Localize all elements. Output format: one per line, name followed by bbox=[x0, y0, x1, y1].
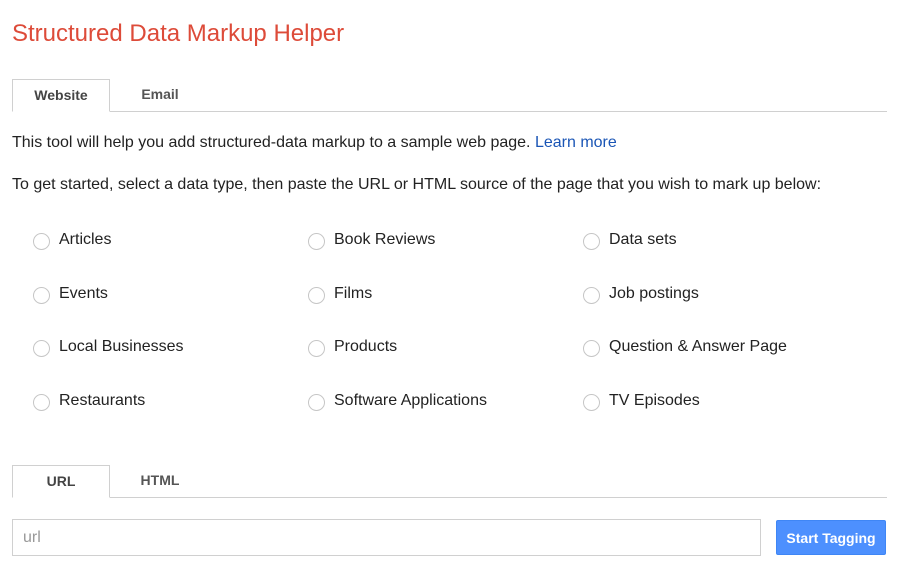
radio-button[interactable] bbox=[308, 340, 325, 357]
radio-button[interactable] bbox=[583, 287, 600, 304]
mode-tabs: Website Email bbox=[12, 79, 887, 112]
radio-button[interactable] bbox=[33, 340, 50, 357]
tab-url[interactable]: URL bbox=[12, 465, 110, 498]
radio-button[interactable] bbox=[308, 394, 325, 411]
start-tagging-button[interactable]: Start Tagging bbox=[776, 520, 886, 555]
option-book-reviews[interactable]: Book Reviews bbox=[308, 229, 435, 250]
radio-button[interactable] bbox=[583, 340, 600, 357]
radio-button[interactable] bbox=[33, 394, 50, 411]
option-label: Data sets bbox=[609, 230, 677, 248]
option-label: Software Applications bbox=[334, 391, 487, 409]
option-data-sets[interactable]: Data sets bbox=[583, 229, 677, 250]
option-tv-episodes[interactable]: TV Episodes bbox=[583, 390, 700, 411]
option-question-answer-page[interactable]: Question & Answer Page bbox=[583, 336, 787, 357]
option-label: Restaurants bbox=[59, 391, 146, 409]
url-input[interactable] bbox=[12, 519, 761, 556]
option-films[interactable]: Films bbox=[308, 283, 372, 304]
source-tabs: URL HTML bbox=[12, 465, 887, 498]
tab-html[interactable]: HTML bbox=[111, 465, 209, 496]
option-label: TV Episodes bbox=[609, 391, 700, 409]
instructions-text: To get started, select a data type, then… bbox=[12, 176, 822, 193]
tab-website[interactable]: Website bbox=[12, 79, 110, 112]
option-label: Articles bbox=[59, 230, 112, 248]
option-label: Question & Answer Page bbox=[609, 337, 787, 355]
intro-text: This tool will help you add structured-d… bbox=[12, 134, 617, 152]
radio-button[interactable] bbox=[33, 287, 50, 304]
option-local-businesses[interactable]: Local Businesses bbox=[33, 336, 184, 357]
tab-email[interactable]: Email bbox=[111, 79, 209, 110]
option-label: Local Businesses bbox=[59, 337, 184, 355]
radio-button[interactable] bbox=[583, 233, 600, 250]
radio-button[interactable] bbox=[583, 394, 600, 411]
option-software-applications[interactable]: Software Applications bbox=[308, 390, 487, 411]
option-products[interactable]: Products bbox=[308, 336, 397, 357]
option-label: Book Reviews bbox=[334, 230, 436, 248]
option-label: Job postings bbox=[609, 284, 699, 302]
option-label: Events bbox=[59, 284, 108, 302]
option-articles[interactable]: Articles bbox=[33, 229, 111, 250]
radio-button[interactable] bbox=[33, 233, 50, 250]
option-restaurants[interactable]: Restaurants bbox=[33, 390, 145, 411]
option-label: Products bbox=[334, 337, 398, 355]
option-job-postings[interactable]: Job postings bbox=[583, 283, 699, 304]
intro-sentence: This tool will help you add structured-d… bbox=[12, 134, 535, 151]
option-label: Films bbox=[334, 284, 373, 302]
page-title: Structured Data Markup Helper bbox=[12, 20, 345, 47]
option-events[interactable]: Events bbox=[33, 283, 108, 304]
radio-button[interactable] bbox=[308, 287, 325, 304]
learn-more-link[interactable]: Learn more bbox=[535, 134, 617, 151]
radio-button[interactable] bbox=[308, 233, 325, 250]
